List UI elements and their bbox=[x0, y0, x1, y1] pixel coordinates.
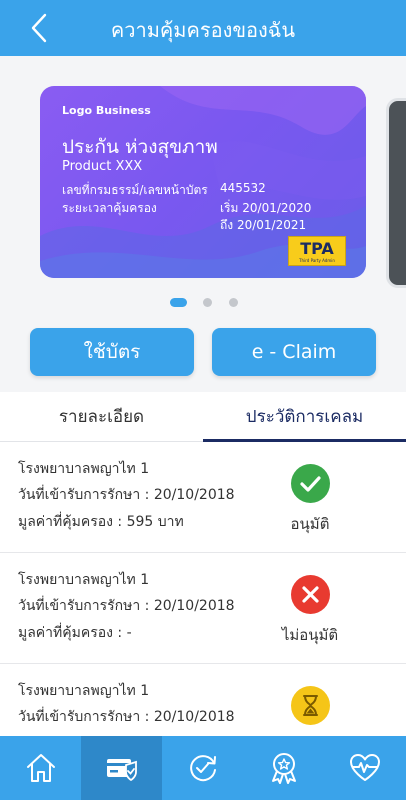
product-name: Product XXX bbox=[62, 159, 143, 174]
tpa-logo-text: TPA bbox=[300, 239, 334, 258]
nav-health[interactable] bbox=[324, 736, 405, 800]
coverage-amount: มูลค่าที่คุ้มครอง : - bbox=[18, 625, 132, 641]
home-icon bbox=[27, 754, 55, 782]
award-ribbon-icon bbox=[272, 753, 296, 784]
use-card-button[interactable]: ใช้บัตร bbox=[30, 328, 194, 376]
card-logo-text: Logo Business bbox=[62, 104, 151, 117]
nav-rewards[interactable] bbox=[243, 736, 324, 800]
status-label: ไม่อนุมัติ bbox=[281, 626, 339, 644]
tpa-logo-subtext: Third Party Admin bbox=[299, 258, 335, 263]
card-carousel-area: Logo Business ประกัน ห่วงสุขภาพ Product … bbox=[0, 56, 406, 392]
bottom-navigation bbox=[0, 736, 406, 800]
list-item[interactable]: โรงพยาบาลพญาไท 1 วันที่เข้ารับการรักษา :… bbox=[0, 442, 406, 553]
app-header: ความคุ้มครองของฉัน bbox=[0, 0, 406, 56]
hourglass-circle-icon bbox=[291, 686, 330, 725]
tab-details[interactable]: รายละเอียด bbox=[0, 392, 203, 442]
nav-coverage[interactable] bbox=[81, 736, 162, 800]
tab-claim-history[interactable]: ประวัติการเคลม bbox=[203, 392, 406, 442]
nav-home[interactable] bbox=[0, 736, 81, 800]
carousel-pagination bbox=[0, 296, 406, 308]
refresh-check-icon bbox=[190, 755, 216, 782]
admission-date: วันที่เข้ารับการรักษา : 20/10/2018 bbox=[18, 487, 235, 503]
tab-bar: รายละเอียด ประวัติการเคลม bbox=[0, 392, 406, 442]
page-title: ความคุ้มครองของฉัน bbox=[110, 18, 296, 42]
nav-renewal[interactable] bbox=[162, 736, 243, 800]
heart-pulse-icon bbox=[350, 754, 380, 781]
insurance-name: ประกัน ห่วงสุขภาพ bbox=[62, 136, 218, 158]
policy-number-value: 445532 bbox=[220, 181, 266, 195]
check-circle-icon bbox=[291, 464, 330, 503]
coverage-end-date: ถึง 20/01/2021 bbox=[220, 218, 307, 232]
policy-number-label: เลขที่กรมธรรม์/เลขหน้าบัตร bbox=[62, 183, 208, 197]
admission-date: วันที่เข้ารับการรักษา : 20/10/2018 bbox=[18, 598, 235, 614]
hospital-name: โรงพยาบาลพญาไท 1 bbox=[18, 572, 150, 588]
hospital-name: โรงพยาบาลพญาไท 1 bbox=[18, 461, 150, 477]
coverage-amount: มูลค่าที่คุ้มครอง : 595 บาท bbox=[18, 514, 184, 530]
insurance-card[interactable]: Logo Business ประกัน ห่วงสุขภาพ Product … bbox=[40, 86, 366, 278]
x-circle-icon bbox=[291, 575, 330, 614]
pagination-dot-2[interactable] bbox=[203, 298, 212, 307]
e-claim-button[interactable]: e - Claim bbox=[212, 328, 376, 376]
next-card-peek[interactable] bbox=[386, 98, 406, 288]
pagination-dot-1[interactable] bbox=[170, 298, 187, 307]
hospital-name: โรงพยาบาลพญาไท 1 bbox=[18, 683, 150, 699]
claim-history-list: โรงพยาบาลพญาไท 1 วันที่เข้ารับการรักษา :… bbox=[0, 442, 406, 736]
coverage-period-label: ระยะเวลาคุ้มครอง bbox=[62, 201, 157, 215]
admission-date: วันที่เข้ารับการรักษา : 20/10/2018 bbox=[18, 709, 235, 725]
insurance-card-check-icon bbox=[107, 759, 137, 782]
list-item[interactable]: โรงพยาบาลพญาไท 1 วันที่เข้ารับการรักษา :… bbox=[0, 553, 406, 664]
pagination-dot-3[interactable] bbox=[229, 298, 238, 307]
tpa-logo: TPA Third Party Admin bbox=[288, 236, 346, 266]
list-item[interactable]: โรงพยาบาลพญาไท 1 วันที่เข้ารับการรักษา :… bbox=[0, 664, 406, 736]
status-label: อนุมัติ bbox=[290, 515, 330, 533]
